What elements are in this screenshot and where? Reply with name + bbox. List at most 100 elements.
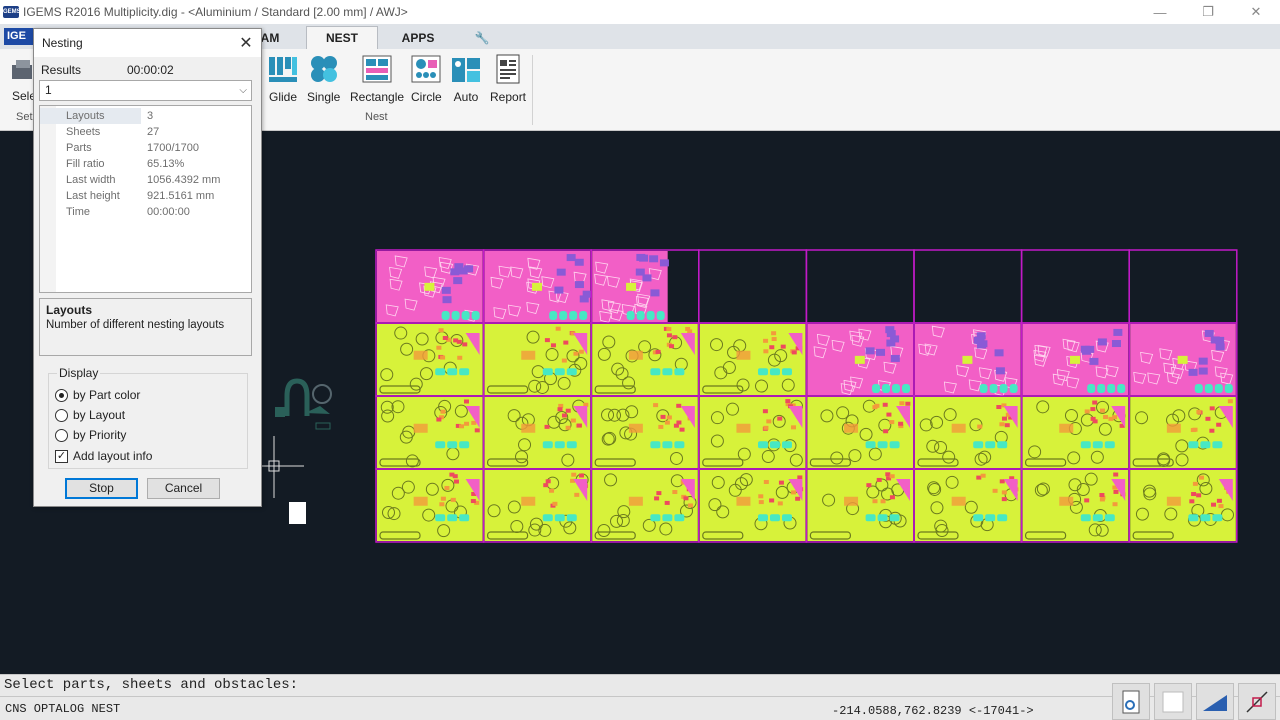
property-row[interactable]: Fill ratio 65.13% [40, 156, 251, 172]
tab-apps[interactable]: APPS [384, 26, 452, 49]
restore-button[interactable]: ❐ [1184, 0, 1232, 24]
circle-button[interactable]: Circle [411, 54, 442, 104]
status-text: CNS OPTALOG NEST [5, 702, 121, 716]
crosshair-cursor [260, 436, 304, 498]
part [436, 345, 442, 350]
radio-by-priority[interactable]: by Priority [55, 428, 126, 442]
result-select[interactable]: 1 ⌵ [39, 80, 252, 101]
part [474, 428, 480, 433]
glide-button[interactable]: Glide [268, 54, 298, 104]
checkbox[interactable]: ✓ [55, 449, 68, 463]
part [976, 332, 986, 340]
yellow-parts-sheet [592, 397, 698, 468]
part [778, 480, 784, 485]
part [1089, 357, 1099, 365]
part [880, 499, 886, 504]
radio-by-layout[interactable]: by Layout [55, 408, 125, 422]
part [886, 412, 892, 417]
white-square-icon[interactable] [1154, 683, 1192, 720]
part [461, 311, 470, 320]
part [1082, 347, 1092, 355]
part [889, 441, 900, 449]
dialog-close-icon[interactable]: ✕ [237, 33, 255, 53]
part [658, 424, 664, 429]
part [899, 401, 905, 406]
part [994, 349, 1004, 357]
property-row[interactable]: Layouts 3 [40, 108, 251, 124]
part [999, 384, 1008, 393]
ribbon-separator [532, 55, 533, 125]
add-layout-info-checkbox[interactable]: ✓ Add layout info [55, 449, 152, 463]
help-description: Number of different nesting layouts [46, 319, 225, 331]
igems-logo[interactable]: IGE [4, 28, 36, 45]
part [885, 326, 895, 334]
part [626, 311, 635, 320]
part [1070, 355, 1081, 364]
radio-button[interactable] [55, 428, 68, 442]
part [636, 311, 645, 320]
part [781, 514, 792, 522]
stop-button[interactable]: Stop [65, 478, 138, 499]
properties-grid[interactable]: Layouts 3 Sheets 27 Parts 1700/1700 Fill ra… [39, 105, 252, 293]
close-button[interactable]: ✕ [1232, 0, 1280, 24]
part [876, 477, 882, 482]
part [1200, 514, 1211, 522]
minimize-button[interactable]: — [1136, 0, 1184, 24]
property-row[interactable]: Last width 1056.4392 mm [40, 172, 251, 188]
radio-button[interactable] [55, 408, 68, 422]
part [865, 514, 876, 522]
yellow-parts-sheet [915, 470, 1021, 541]
part [559, 311, 568, 320]
part [791, 350, 797, 355]
part [736, 423, 751, 433]
part [1104, 514, 1115, 522]
part [1100, 408, 1106, 413]
nest-group-label: Nest [365, 111, 388, 123]
auto-button[interactable]: Auto [451, 54, 481, 104]
tab-nest[interactable]: NEST [306, 26, 378, 49]
cancel-button[interactable]: Cancel [147, 478, 220, 499]
pink-parts-sheet [592, 251, 669, 323]
part [1001, 416, 1007, 421]
property-row[interactable]: Parts 1700/1700 [40, 140, 251, 156]
single-button[interactable]: Single [307, 54, 340, 104]
part [654, 496, 660, 501]
part [628, 496, 643, 506]
yellow-parts-sheet [699, 470, 806, 541]
radio-button[interactable] [55, 388, 68, 402]
chevron-down-icon: ⌵ [239, 85, 247, 96]
report-button[interactable]: Report [490, 54, 526, 104]
property-row[interactable]: Sheets 27 [40, 124, 251, 140]
part [1205, 416, 1211, 421]
part [450, 497, 456, 502]
command-line[interactable]: Select parts, sheets and obstacles: [0, 674, 1280, 696]
property-row[interactable]: Time 00:00:00 [40, 204, 251, 220]
yellow-parts-sheet [807, 470, 913, 541]
yellow-parts-sheet [592, 324, 698, 395]
part [1211, 502, 1217, 507]
radio-by-part-color[interactable]: by Part color [55, 388, 140, 402]
cursor-marker [289, 502, 306, 524]
part [777, 501, 783, 506]
part [844, 423, 859, 433]
part [565, 425, 571, 430]
property-row[interactable]: Last height 921.5161 mm [40, 188, 251, 204]
ortho-snap-icon[interactable] [1238, 683, 1276, 720]
part [1112, 502, 1118, 507]
part [997, 441, 1008, 449]
part [1200, 441, 1211, 449]
part [440, 496, 446, 501]
part [447, 514, 458, 522]
tab-tools-wrench-icon[interactable]: 🔧 [464, 26, 500, 49]
part [797, 475, 803, 480]
angle-snap-icon[interactable] [1196, 683, 1234, 720]
part [951, 496, 966, 506]
part [1113, 489, 1119, 494]
nest-cursor-icon [275, 378, 332, 430]
sheet-outline [805, 249, 915, 324]
document-icon[interactable] [1112, 683, 1150, 720]
part [1111, 340, 1121, 348]
yellow-parts-sheet [1022, 397, 1129, 468]
part [1092, 514, 1103, 522]
rectangle-button[interactable]: Rectangle [350, 54, 404, 104]
